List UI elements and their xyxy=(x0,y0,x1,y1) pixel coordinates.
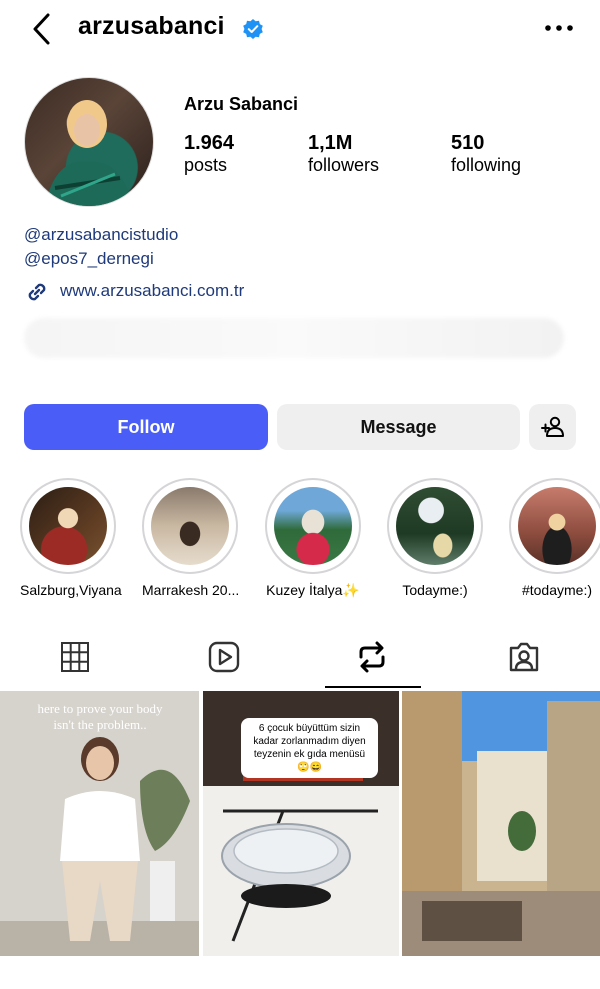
profile-username: arzusabanci xyxy=(78,12,225,40)
mention-link[interactable]: @arzusabancistudio xyxy=(24,225,178,245)
post-thumbnail[interactable]: 6 çocuk büyüttüm sizin kadar zorlanmadım… xyxy=(203,691,399,956)
post-thumbnail[interactable]: here to prove your body isn't the proble… xyxy=(0,691,199,956)
tab-tagged[interactable] xyxy=(507,640,539,674)
grid-icon xyxy=(61,642,89,672)
highlight-thumbnail xyxy=(396,487,474,565)
repost-icon xyxy=(359,641,385,673)
highlight-item[interactable]: #todayme:) xyxy=(509,478,600,598)
mention-link[interactable]: @epos7_dernegi xyxy=(24,249,154,269)
highlight-label: Todayme:) xyxy=(402,582,468,598)
post-thumbnail[interactable] xyxy=(402,691,600,956)
blurred-bio xyxy=(24,318,564,358)
add-user-icon xyxy=(540,416,564,437)
highlight-thumbnail xyxy=(274,487,352,565)
profile-display-name: Arzu Sabanci xyxy=(184,94,299,114)
link-icon xyxy=(24,279,50,305)
highlight-thumbnail xyxy=(518,487,596,565)
post-caption-overlay: 6 çocuk büyüttüm sizin kadar zorlanmadım… xyxy=(241,718,378,778)
highlight-label: #todayme:) xyxy=(521,582,593,598)
suggested-users-button[interactable] xyxy=(529,404,576,450)
verified-badge-icon xyxy=(243,19,263,39)
tab-posts[interactable] xyxy=(59,640,91,674)
message-button[interactable]: Message xyxy=(277,404,520,450)
highlight-label: Kuzey İtalya✨ xyxy=(266,582,360,598)
highlight-item[interactable]: Kuzey İtalya✨ xyxy=(265,478,361,599)
posts-count: 1.964 xyxy=(184,132,235,154)
highlight-item[interactable]: Todayme:) xyxy=(387,478,483,598)
stat-posts[interactable]: 1.964 posts xyxy=(184,132,234,176)
followers-count: 1,1M xyxy=(308,132,353,154)
highlight-label: Marrakesh 20... xyxy=(142,582,240,598)
more-horizontal-icon xyxy=(545,25,573,31)
followers-label: followers xyxy=(308,155,380,175)
highlight-item[interactable]: Salzburg,Viyana xyxy=(20,478,122,598)
following-count: 510 xyxy=(451,132,485,154)
profile-avatar[interactable] xyxy=(24,77,154,207)
chevron-left-icon xyxy=(33,13,50,45)
tagged-icon xyxy=(509,642,539,672)
highlight-label: Salzburg,Viyana xyxy=(20,582,122,598)
following-label: following xyxy=(451,155,522,175)
highlight-thumbnail xyxy=(29,487,107,565)
website-link[interactable]: www.arzusabanci.com.tr xyxy=(60,281,244,301)
follow-button[interactable]: Follow xyxy=(24,404,268,450)
post-caption-overlay: here to prove your body isn't the proble… xyxy=(37,701,163,732)
active-tab-indicator xyxy=(325,686,421,688)
reels-icon xyxy=(208,641,240,673)
highlight-item[interactable]: Marrakesh 20... xyxy=(142,478,240,598)
more-options-button[interactable] xyxy=(544,18,574,38)
stat-following[interactable]: 510 following xyxy=(451,132,521,176)
stat-followers[interactable]: 1,1M followers xyxy=(308,132,379,176)
posts-label: posts xyxy=(184,155,228,175)
tab-reels[interactable] xyxy=(207,640,240,674)
back-button[interactable] xyxy=(28,12,56,46)
tab-reposts[interactable] xyxy=(356,640,388,674)
highlight-thumbnail xyxy=(151,487,229,565)
